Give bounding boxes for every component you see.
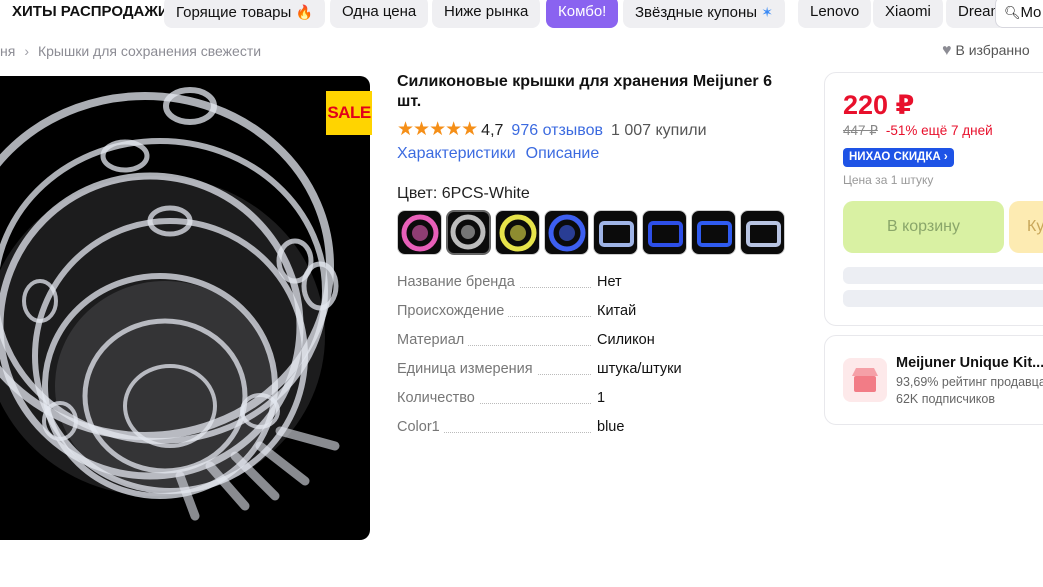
breadcrumb-current[interactable]: Крышки для сохранения свежести: [38, 43, 261, 59]
discount-text: -51% ещё 7 дней: [885, 123, 993, 138]
color-label: Цвет: 6PCS-White: [397, 185, 530, 202]
breadcrumb-item[interactable]: ня: [0, 43, 15, 59]
color-swatch[interactable]: [642, 210, 687, 255]
spec-row: Происхождение Китай: [397, 301, 789, 330]
current-price: 220 ₽: [843, 90, 915, 120]
color-swatch-selected[interactable]: [446, 210, 491, 255]
seller-rating: 93,69% рейтинг продавца: [896, 375, 1043, 389]
rating-row: ★★★★★ 4,7 976 отзывов 1 007 купили: [397, 118, 707, 141]
color-swatch[interactable]: [740, 210, 785, 255]
color-swatches: [397, 210, 785, 255]
spec-row: Название бренда Нет: [397, 272, 789, 301]
reviews-link[interactable]: 976 отзывов: [511, 122, 603, 139]
spec-value: blue: [597, 419, 625, 435]
chevron-right-icon: ›: [24, 43, 29, 59]
color-swatch[interactable]: [495, 210, 540, 255]
spec-value: 1: [597, 390, 606, 406]
heart-icon: ♥: [942, 42, 952, 59]
spec-key: Материал: [397, 332, 469, 348]
chip-one-price[interactable]: Одна цена: [330, 0, 429, 28]
promo-badge[interactable]: НИХАО СКИДКА ›: [843, 148, 954, 167]
star-icon: ✶: [761, 4, 773, 20]
color-swatch[interactable]: [593, 210, 638, 255]
product-section-links: Характеристики Описание: [397, 145, 599, 163]
chevron-right-icon: ›: [943, 151, 948, 163]
promo-chips-bar: ХИТЫ РАСПРОДАЖИ Горящие товары 🔥 Одна це…: [0, 0, 1043, 30]
spec-key: Единица измерения: [397, 361, 537, 377]
spec-row: Единица измерения штука/штуки: [397, 359, 789, 388]
loading-placeholder: [843, 267, 1043, 284]
fire-icon: 🔥: [295, 4, 313, 20]
seller-name[interactable]: Meijuner Unique Kit...: [896, 355, 1043, 371]
link-characteristics[interactable]: Характеристики: [397, 145, 516, 162]
spec-value: штука/штуки: [597, 361, 682, 377]
product-image[interactable]: [0, 76, 370, 540]
add-to-cart-button[interactable]: В корзину: [843, 201, 1004, 253]
color-swatch[interactable]: [691, 210, 736, 255]
specs-table: Название бренда Нет Происхождение Китай Ма…: [397, 272, 789, 446]
store-icon: [852, 368, 878, 392]
spec-key: Название бренда: [397, 274, 519, 290]
spec-value: Китай: [597, 303, 637, 319]
seller-subscribers: 62K подписчиков: [896, 392, 996, 406]
spec-row: Color1 blue: [397, 417, 789, 446]
spec-row: Количество 1: [397, 388, 789, 417]
chip-xiaomi[interactable]: Xiaomi: [873, 0, 943, 28]
spec-row: Материал Силикон: [397, 330, 789, 359]
spec-value: Нет: [597, 274, 622, 290]
breadcrumb: ня › Крышки для сохранения свежести: [0, 43, 261, 59]
old-price: 447 ₽: [843, 123, 878, 138]
chip-hot-goods[interactable]: Горящие товары 🔥: [164, 0, 325, 28]
old-price-row: 447 ₽ -51% ещё 7 дней: [843, 123, 993, 139]
loading-placeholder: [843, 290, 1043, 307]
chip-combo[interactable]: Комбо!: [546, 0, 619, 28]
chip-star-coupons[interactable]: Звёздные купоны ✶: [623, 0, 785, 28]
spec-key: Количество: [397, 390, 479, 406]
color-swatch[interactable]: [397, 210, 442, 255]
spec-key: Color1: [397, 419, 444, 435]
rating-value: 4,7: [481, 122, 504, 139]
unit-price-note: Цена за 1 штуку: [843, 173, 934, 187]
silicone-lids-illustration: [0, 87, 340, 521]
seller-logo[interactable]: [843, 358, 887, 402]
chip-hits[interactable]: ХИТЫ РАСПРОДАЖИ: [0, 0, 181, 28]
spec-key: Происхождение: [397, 303, 509, 319]
sale-badge: SALE: [326, 91, 372, 135]
buy-now-button[interactable]: Ку: [1009, 201, 1043, 253]
rating-stars-icon: ★★★★★: [397, 119, 478, 140]
search-chip[interactable]: 🔍︎Mo: [995, 0, 1043, 28]
chip-lenovo[interactable]: Lenovo: [798, 0, 872, 28]
add-to-favorites-button[interactable]: ♥ В избранно: [942, 42, 1030, 60]
link-description[interactable]: Описание: [526, 145, 600, 162]
spec-value: Силикон: [597, 332, 655, 348]
bought-count: 1 007 купили: [611, 122, 707, 139]
product-title: Силиконовые крышки для хранения Meijuner…: [397, 73, 772, 110]
color-swatch[interactable]: [544, 210, 589, 255]
chip-below-market[interactable]: Ниже рынка: [432, 0, 541, 28]
search-icon: 🔍︎: [1004, 5, 1021, 20]
